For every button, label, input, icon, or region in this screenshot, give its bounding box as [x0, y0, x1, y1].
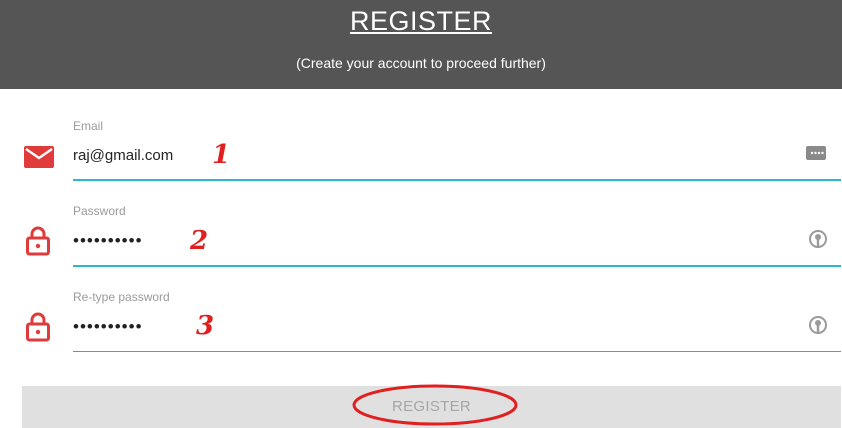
- annotation-1: 1: [212, 140, 231, 170]
- keyboard-icon[interactable]: [806, 146, 826, 165]
- mail-icon: [24, 146, 54, 173]
- lock-icon: [26, 226, 50, 261]
- retype-password-underline: [73, 351, 841, 352]
- annotation-3: 3: [196, 311, 215, 341]
- page-title: REGISTER: [349, 6, 493, 36]
- email-field-group: Email raj@gmail.com 1: [0, 110, 842, 190]
- header-bar: REGISTER (Create your account to proceed…: [0, 0, 842, 89]
- page-subtitle: (Create your account to proceed further): [296, 55, 546, 71]
- email-label: Email: [73, 119, 104, 133]
- password-underline: [73, 265, 841, 267]
- retype-password-field-group: Re-type password •••••••••• 3: [0, 282, 842, 362]
- retype-password-input[interactable]: ••••••••••: [73, 317, 143, 337]
- password-input[interactable]: ••••••••••: [73, 231, 143, 251]
- annotation-2: 2: [190, 226, 209, 256]
- password-field-group: Password •••••••••• 2: [0, 196, 842, 276]
- retype-password-label: Re-type password: [73, 290, 170, 304]
- key-icon[interactable]: [808, 229, 828, 254]
- key-icon[interactable]: [808, 315, 828, 340]
- highlight-ellipse: [352, 384, 518, 426]
- lock-icon: [26, 312, 50, 347]
- email-input[interactable]: raj@gmail.com: [73, 147, 173, 164]
- email-underline: [73, 179, 841, 181]
- password-label: Password: [73, 204, 126, 218]
